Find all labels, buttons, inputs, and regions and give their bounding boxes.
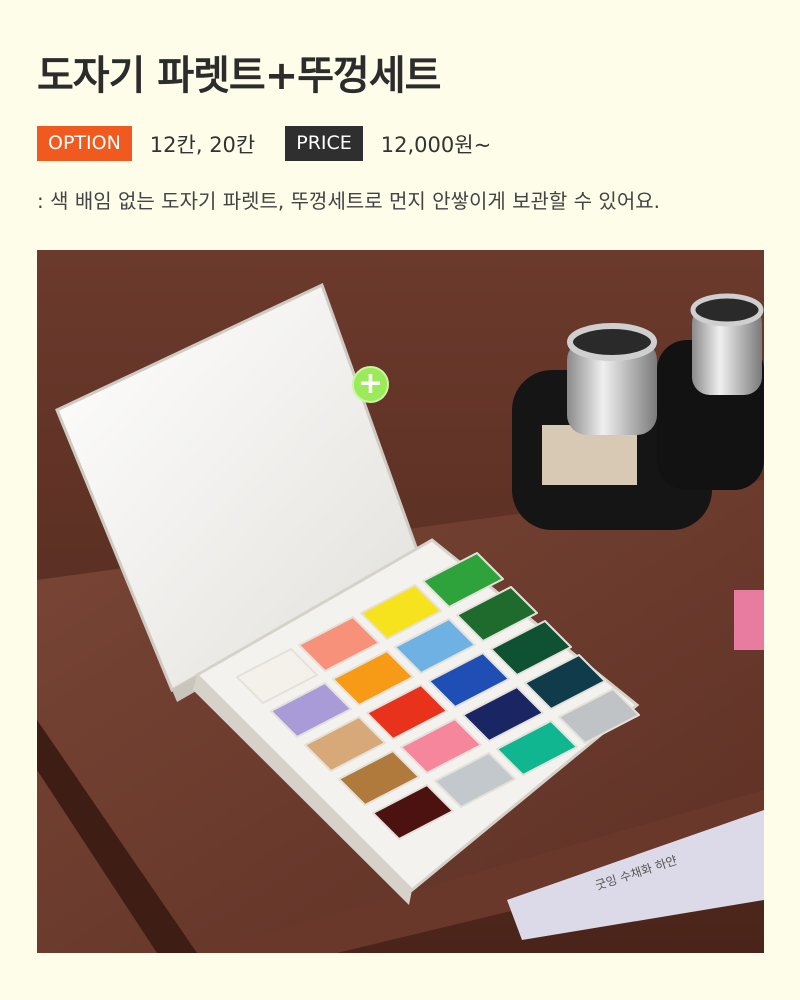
product-title: 도자기 파렛트+뚜껑세트	[37, 53, 441, 99]
price-value: 12,000원~	[380, 132, 492, 157]
hotspot-plus-button[interactable]: +	[352, 366, 389, 403]
option-value: 12칸, 20칸	[149, 132, 256, 157]
price-tag: PRICE	[285, 126, 363, 161]
product-description: : 색 배임 없는 도자기 파렛트, 뚜껑세트로 먼지 안쌓이게 보관할 수 있…	[37, 189, 660, 213]
product-photo: 굿잉 수채화 하얀	[37, 250, 764, 953]
product-meta: OPTION 12칸, 20칸 PRICE 12,000원~	[37, 126, 491, 161]
option-tag: OPTION	[37, 126, 132, 161]
